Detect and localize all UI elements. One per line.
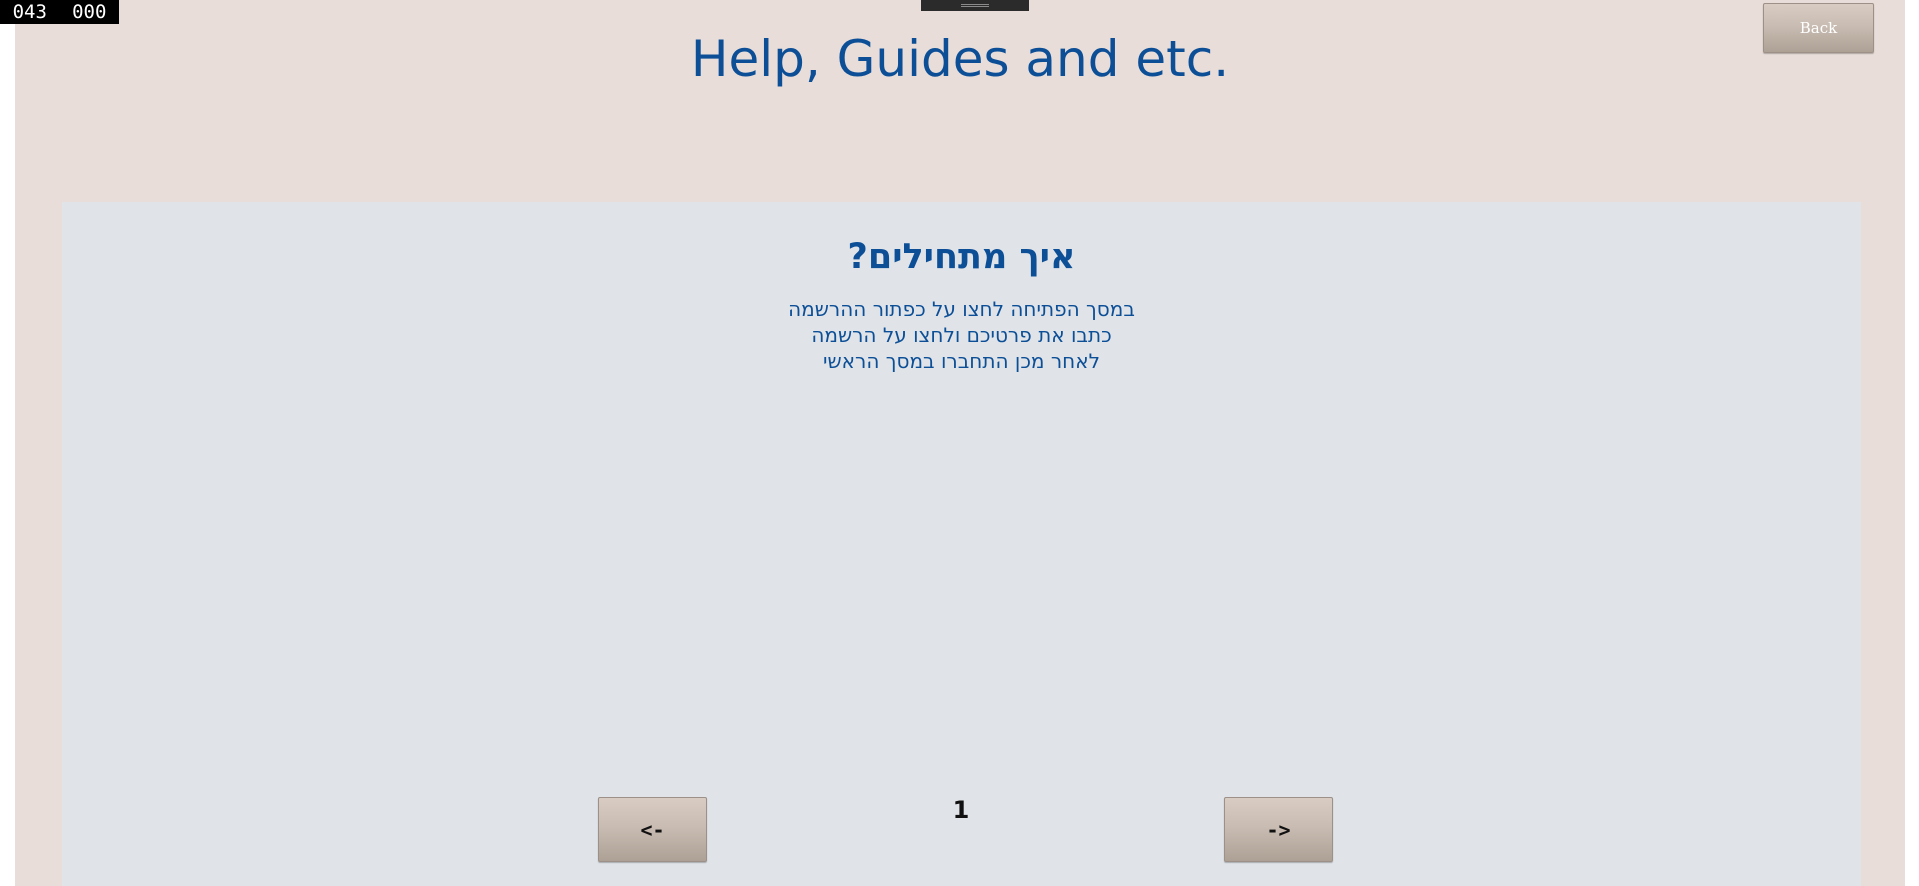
help-screen: Help, Guides and etc. Back איך מתחילים? …	[15, 0, 1905, 886]
drag-handle[interactable]	[921, 0, 1029, 11]
help-content-panel: איך מתחילים? במסך הפתיחה לחצו על כפתור ה…	[62, 202, 1861, 886]
previous-page-button[interactable]: <-	[598, 797, 707, 862]
instruction-line: כתבו את פרטיכם ולחצו על הרשמה	[811, 323, 1112, 347]
frame-counter: 043 000	[0, 0, 119, 24]
counter-left-value: 043	[12, 1, 47, 23]
counter-right-value: 000	[72, 1, 107, 23]
grip-icon	[961, 4, 989, 7]
next-page-button[interactable]: ->	[1224, 797, 1333, 862]
instructions-text: במסך הפתיחה לחצו על כפתור ההרשמה כתבו את…	[62, 296, 1861, 374]
page-number: 1	[952, 796, 970, 824]
back-button[interactable]: Back	[1763, 3, 1874, 53]
instruction-line: במסך הפתיחה לחצו על כפתור ההרשמה	[788, 297, 1135, 321]
instruction-line: לאחר מכן התחברו במסך הראשי	[823, 349, 1100, 373]
page-title: Help, Guides and etc.	[690, 30, 1230, 88]
section-heading: איך מתחילים?	[847, 237, 1076, 277]
